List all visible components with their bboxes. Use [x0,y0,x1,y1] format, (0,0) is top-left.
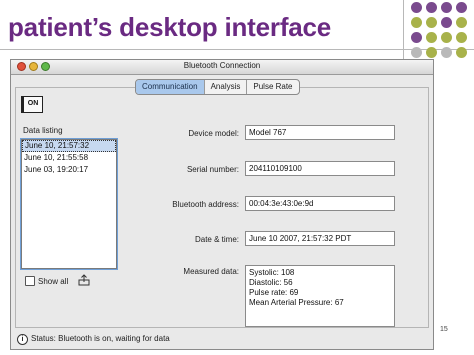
tab-bar: Communication Analysis Pulse Rate [135,79,300,95]
slide-title: patient’s desktop interface [8,12,332,42]
device-model-label: Device model: [188,129,239,138]
decorative-dot [426,47,437,58]
bluetooth-connection-window: Bluetooth Connection Communication Analy… [10,59,434,350]
data-listing-label: Data listing [23,126,63,135]
decorative-dot [426,32,437,43]
decorative-dot [456,32,467,43]
window-titlebar[interactable]: Bluetooth Connection [11,60,433,75]
measured-data-label: Measured data: [183,267,239,276]
show-all-control[interactable]: Show all [25,276,68,286]
decorative-dot-grid [411,2,473,64]
decorative-dot [456,2,467,13]
bluetooth-address-field[interactable]: 00:04:3e:43:0e:9d [245,196,395,211]
decorative-dot [456,17,467,28]
tab-communication[interactable]: Communication [136,80,205,94]
pulse-rate-value: Pulse rate: 69 [249,288,299,297]
data-listing-list[interactable]: June 10, 21:57:32 June 10, 21:55:58 June… [21,139,117,269]
decorative-dot [441,32,452,43]
status-text: Status: Bluetooth is on, waiting for dat… [31,334,170,343]
page-number: 15 [440,326,448,333]
serial-number-field[interactable]: 204110109100 [245,161,395,176]
list-item[interactable]: June 10, 21:57:32 [22,140,116,152]
decorative-dot [411,17,422,28]
decorative-dot [456,47,467,58]
list-item[interactable]: June 10, 21:55:58 [22,152,116,164]
status-bar: i Status: Bluetooth is on, waiting for d… [15,332,429,346]
decorative-dot [411,32,422,43]
decorative-dot [441,47,452,58]
show-all-checkbox[interactable] [25,276,35,286]
bluetooth-power-button[interactable]: ON [21,96,43,113]
tab-pulse-rate[interactable]: Pulse Rate [247,80,298,94]
show-all-label: Show all [38,276,69,286]
tab-analysis[interactable]: Analysis [205,80,248,94]
decorative-dot [441,2,452,13]
decorative-dot [426,2,437,13]
serial-number-label: Serial number: [186,165,239,174]
window-title: Bluetooth Connection [183,61,261,70]
date-time-field[interactable]: June 10 2007, 21:57:32 PDT [245,231,395,246]
date-time-label: Date & time: [194,235,239,244]
decorative-dot [441,17,452,28]
info-icon: i [17,334,28,345]
list-item[interactable]: June 03, 19:20:17 [22,164,116,176]
decorative-dot [411,47,422,58]
slide-divider-horizontal [0,49,474,50]
device-model-field[interactable]: Model 767 [245,125,395,140]
diastolic-value: Diastolic: 56 [249,278,293,287]
export-icon[interactable] [78,274,90,286]
systolic-value: Systolic: 108 [249,268,295,277]
decorative-dot [411,2,422,13]
mean-arterial-pressure-value: Mean Arterial Pressure: 67 [249,298,344,307]
bluetooth-address-label: Bluetooth address: [172,200,239,209]
measured-data-field[interactable]: Systolic: 108 Diastolic: 56 Pulse rate: … [245,265,395,327]
decorative-dot [426,17,437,28]
